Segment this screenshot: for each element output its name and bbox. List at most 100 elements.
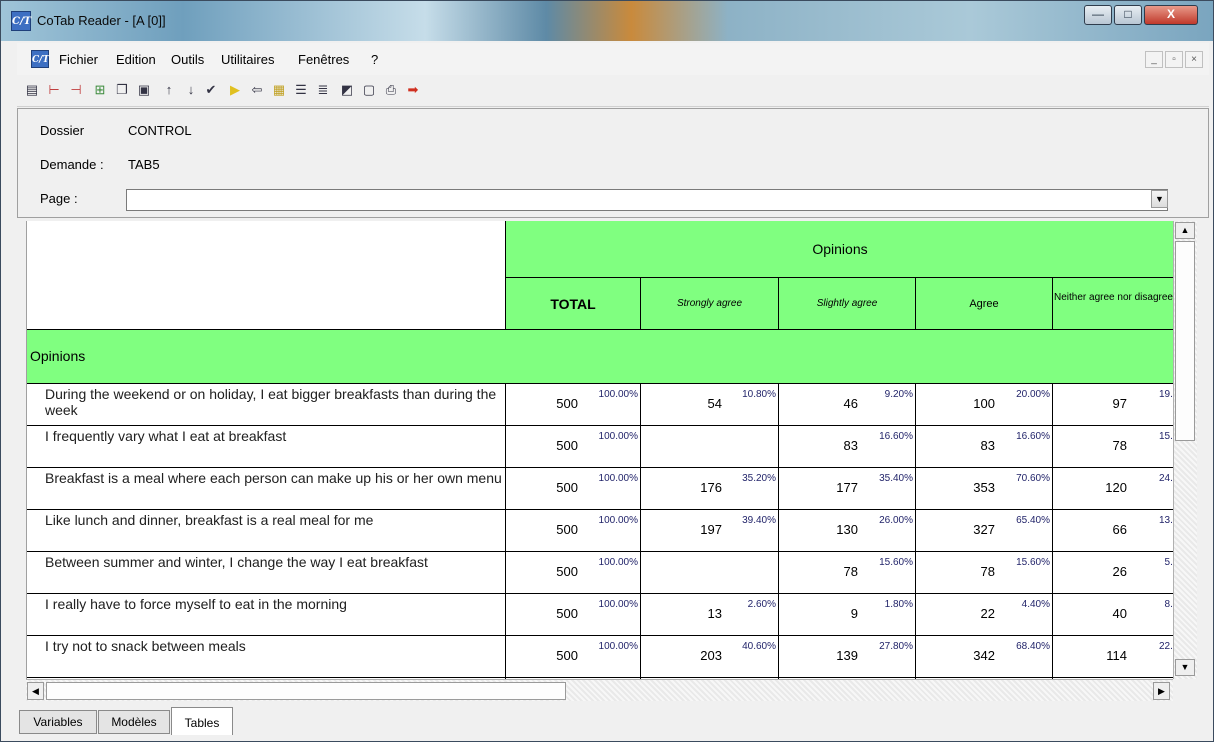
document-icon[interactable]: ▦ xyxy=(270,81,288,99)
arrow-up-icon[interactable]: ↑ xyxy=(160,81,178,99)
table-cell[interactable]: 120 24.00 xyxy=(1052,468,1173,510)
table-cell[interactable]: 353 70.60% xyxy=(915,468,1052,510)
tab-variables[interactable]: Variables xyxy=(19,710,97,734)
table-cell[interactable]: 176 35.20% xyxy=(640,468,778,510)
vertical-scrollbar[interactable]: ▲ ▼ xyxy=(1173,221,1197,679)
table-cell[interactable]: 130 26.00% xyxy=(778,510,915,552)
table-cell[interactable] xyxy=(640,552,778,594)
table-cell[interactable]: 500 100.00% xyxy=(505,384,640,426)
table-cell[interactable]: 66 13.20 xyxy=(1052,510,1173,552)
table-cell[interactable]: 100 20.00% xyxy=(915,384,1052,426)
mdi-close-button[interactable]: × xyxy=(1185,51,1203,68)
properties-icon[interactable]: ≣ xyxy=(314,81,332,99)
table-cell[interactable]: 97 19.40 xyxy=(1052,384,1173,426)
table-cell[interactable]: 177 35.40% xyxy=(778,468,915,510)
count-value: 9 xyxy=(850,606,858,621)
percent-value: 8.00 xyxy=(1164,599,1173,610)
horizontal-scroll-thumb[interactable] xyxy=(46,682,566,700)
insert-column-icon[interactable]: ⊢ xyxy=(45,81,63,99)
scrollbar-corner xyxy=(1173,679,1197,701)
percent-value: 27.80% xyxy=(879,641,913,652)
page-icon[interactable]: ▢ xyxy=(360,81,378,99)
count-value: 139 xyxy=(836,648,858,663)
scroll-left-icon[interactable]: ◀ xyxy=(27,682,44,700)
check-icon[interactable]: ✔ xyxy=(202,81,220,99)
arrow-down-icon[interactable]: ↓ xyxy=(182,81,200,99)
table-cell[interactable]: 265.20 xyxy=(1052,552,1173,594)
count-value: 83 xyxy=(980,438,995,453)
percent-value: 100.00% xyxy=(598,599,638,610)
close-button[interactable]: X xyxy=(1144,5,1198,25)
mdi-restore-button[interactable]: ▫ xyxy=(1165,51,1183,68)
table-cell[interactable] xyxy=(640,426,778,468)
table-cell[interactable]: 114 22.80 xyxy=(1052,636,1173,678)
percent-value: 20.00% xyxy=(1016,389,1050,400)
percent-value: 35.40% xyxy=(879,473,913,484)
horizontal-scrollbar[interactable]: ◀ ▶ xyxy=(26,679,1173,701)
scroll-up-icon[interactable]: ▲ xyxy=(1175,222,1195,239)
count-value: 78 xyxy=(1112,438,1127,453)
table-cell[interactable]: 83 16.60% xyxy=(778,426,915,468)
group-header-opinions: Opinions xyxy=(505,221,1173,277)
table-cell[interactable]: 9 1.80% xyxy=(778,594,915,636)
row-label: I try not to snack between meals xyxy=(45,638,246,654)
menu-outils[interactable]: Outils xyxy=(171,52,204,67)
table-cell[interactable]: 500 100.00% xyxy=(505,426,640,468)
pointer-icon[interactable]: ◩ xyxy=(338,81,356,99)
copy-icon[interactable]: ❐ xyxy=(113,81,131,99)
minimize-button[interactable]: — xyxy=(1084,5,1112,25)
menu-utilitaires[interactable]: Utilitaires xyxy=(221,52,274,67)
print-icon[interactable]: ⎙ xyxy=(382,81,400,99)
menu-fichier[interactable]: Fichier xyxy=(59,52,98,67)
crosstab-table[interactable]: Opinions TOTAL Strongly agree Slightly a… xyxy=(26,221,1173,679)
percent-value: 39.40% xyxy=(742,515,776,526)
app-logo-icon: C/T xyxy=(11,11,31,31)
paste-icon[interactable]: ▣ xyxy=(135,81,153,99)
percent-value: 68.40% xyxy=(1016,641,1050,652)
tab-modeles[interactable]: Modèles xyxy=(98,710,170,734)
table-cell[interactable]: 500 100.00% xyxy=(505,636,640,678)
table-cell[interactable]: 342 68.40% xyxy=(915,636,1052,678)
tab-tables[interactable]: Tables xyxy=(171,707,233,735)
table-cell[interactable]: 54 10.80% xyxy=(640,384,778,426)
table-cell[interactable]: 13 2.60% xyxy=(640,594,778,636)
menu-fenetres[interactable]: Fenêtres xyxy=(298,52,349,67)
save-icon[interactable]: ▤ xyxy=(23,81,41,99)
count-value: 327 xyxy=(973,522,995,537)
table-cell[interactable]: 22 4.40% xyxy=(915,594,1052,636)
play-icon[interactable]: ▶ xyxy=(226,81,244,99)
table-cell[interactable]: 408.00 xyxy=(1052,594,1173,636)
add-icon[interactable]: ⊞ xyxy=(91,81,109,99)
table-cell[interactable]: 500 100.00% xyxy=(505,510,640,552)
table-cell[interactable]: 500 100.00% xyxy=(505,468,640,510)
mdi-minimize-button[interactable]: _ xyxy=(1145,51,1163,68)
page-select[interactable] xyxy=(126,189,1168,211)
menu-help[interactable]: ? xyxy=(371,52,378,67)
table-cell[interactable]: 78 15.60% xyxy=(778,552,915,594)
table-cell[interactable]: 46 9.20% xyxy=(778,384,915,426)
exit-icon[interactable]: ➡ xyxy=(404,81,422,99)
scroll-right-icon[interactable]: ▶ xyxy=(1153,682,1170,700)
table-cell[interactable]: 78 15.60% xyxy=(915,552,1052,594)
table-cell[interactable]: 139 27.80% xyxy=(778,636,915,678)
table-cell[interactable]: 327 65.40% xyxy=(915,510,1052,552)
menu-edition[interactable]: Edition xyxy=(116,52,156,67)
vertical-scroll-thumb[interactable] xyxy=(1175,241,1195,441)
count-value: 500 xyxy=(556,648,578,663)
percent-value: 70.60% xyxy=(1016,473,1050,484)
table-cell[interactable]: 78 15.60 xyxy=(1052,426,1173,468)
table-cell[interactable]: 197 39.40% xyxy=(640,510,778,552)
delete-column-icon[interactable]: ⊣ xyxy=(67,81,85,99)
table-cell[interactable]: 500 100.00% xyxy=(505,552,640,594)
title-bar: C/T CoTab Reader - [A [0]] — □ X xyxy=(1,1,1213,41)
maximize-button[interactable]: □ xyxy=(1114,5,1142,25)
table-cell[interactable]: 500 100.00% xyxy=(505,594,640,636)
list-icon[interactable]: ☰ xyxy=(292,81,310,99)
document-menu-icon[interactable]: C/T xyxy=(31,50,49,68)
row-label: Between summer and winter, I change the … xyxy=(45,554,428,570)
chevron-down-icon[interactable]: ▼ xyxy=(1151,190,1168,208)
table-cell[interactable]: 83 16.60% xyxy=(915,426,1052,468)
back-icon[interactable]: ⇦ xyxy=(248,81,266,99)
scroll-down-icon[interactable]: ▼ xyxy=(1175,659,1195,676)
table-cell[interactable]: 203 40.60% xyxy=(640,636,778,678)
